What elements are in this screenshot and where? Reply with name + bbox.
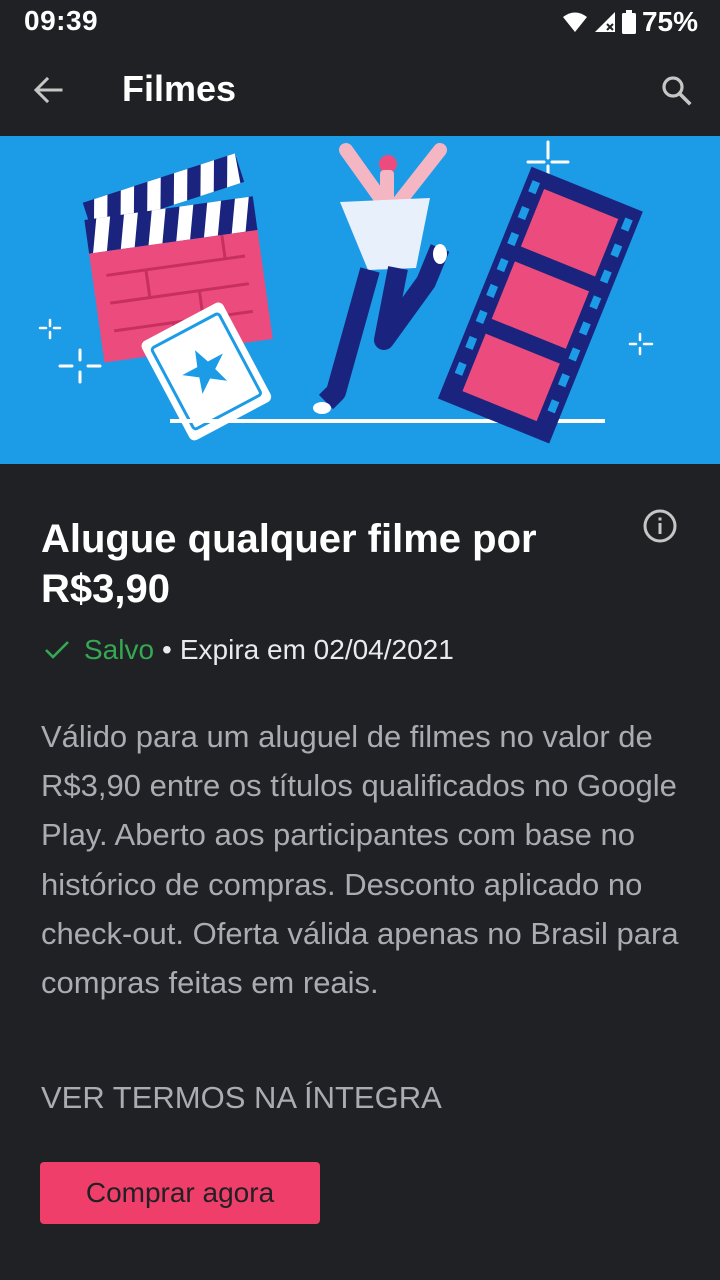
battery-icon: [621, 10, 636, 34]
promo-banner: [0, 136, 720, 464]
offer-status-row: Salvo • Expira em 02/04/2021: [44, 634, 454, 666]
movie-celebration-illustration: [38, 140, 654, 444]
info-icon: [643, 509, 677, 543]
view-terms-link[interactable]: VER TERMOS NA ÍNTEGRA: [41, 1080, 442, 1116]
expiry-text: Expira em 02/04/2021: [179, 634, 454, 665]
buy-now-button[interactable]: Comprar agora: [40, 1162, 320, 1224]
offer-title: Alugue qualquer filme por R$3,90: [41, 517, 537, 611]
separator-dot: •: [162, 634, 172, 665]
app-bar: Filmes: [0, 44, 720, 136]
search-button[interactable]: [650, 64, 702, 116]
status-icons: 75%: [562, 5, 698, 39]
signal-icon: [594, 12, 615, 32]
back-button[interactable]: [22, 66, 74, 114]
page-title: Filmes: [122, 68, 237, 109]
check-icon: [45, 641, 69, 659]
status-bar: 09:39 75%: [0, 0, 720, 44]
info-button[interactable]: [642, 508, 678, 544]
wifi-icon: [562, 12, 587, 32]
status-time: 09:39: [24, 5, 99, 36]
saved-label: Salvo: [84, 634, 155, 665]
offer-details: Alugue qualquer filme por R$3,90 Salvo •…: [0, 464, 720, 1280]
search-icon: [662, 76, 692, 106]
battery-percentage: 75%: [641, 6, 698, 37]
offer-description: Válido para um aluguel de filmes no valo…: [41, 719, 679, 1001]
arrow-back-icon: [33, 76, 63, 104]
